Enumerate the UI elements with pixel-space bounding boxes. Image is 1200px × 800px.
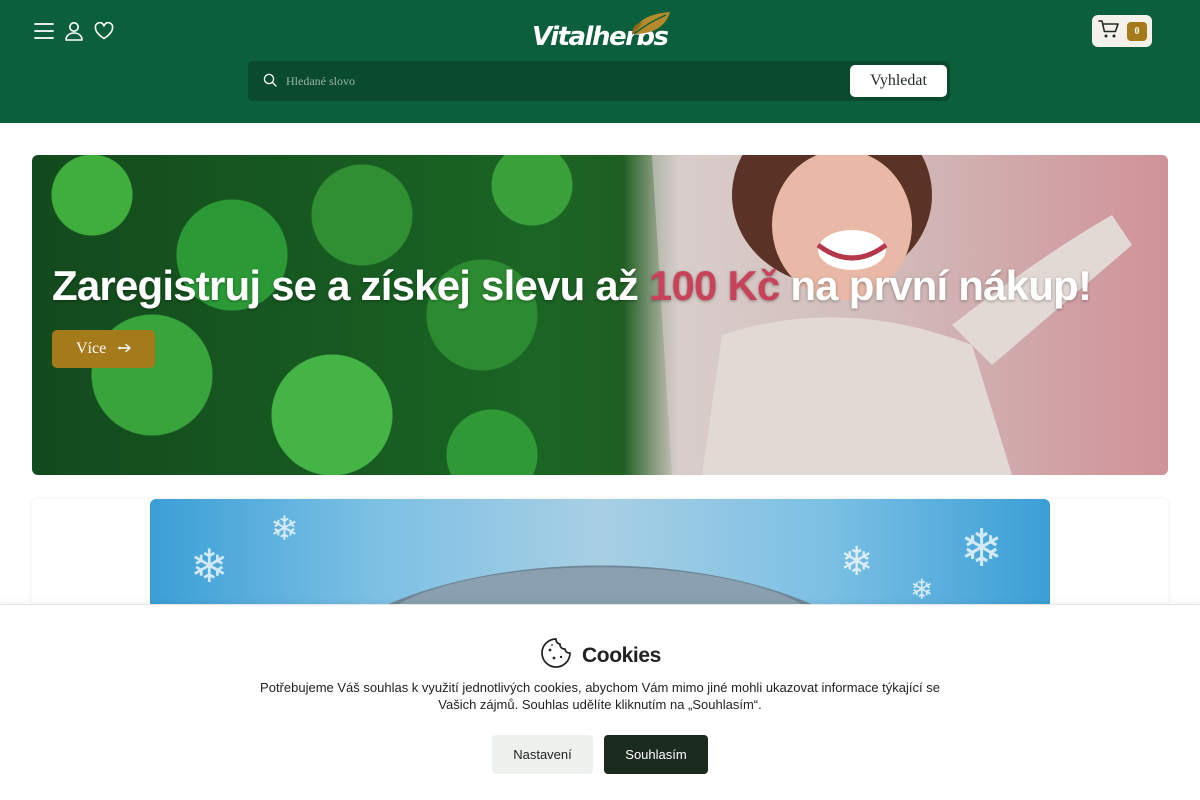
search-button[interactable]: Vyhledat (850, 65, 947, 97)
brand-logo[interactable]: Vitalherbs (532, 10, 674, 54)
heart-icon[interactable] (93, 19, 114, 43)
hero-title-start: Zaregistruj se a získej slevu až (52, 262, 649, 309)
leaf-icon (632, 12, 670, 35)
cart-button[interactable]: 0 (1092, 15, 1152, 47)
cart-icon (1098, 19, 1120, 44)
snowflake-icon: ❄ (270, 509, 299, 549)
search-icon (263, 73, 277, 92)
search-input[interactable] (286, 69, 826, 93)
more-button-label: Více (76, 340, 107, 357)
snowflake-icon: ❄ (840, 539, 874, 585)
cookie-settings-button[interactable]: Nastavení (492, 735, 593, 774)
cookie-heading: Cookies (540, 637, 661, 674)
hero-banner[interactable]: Zaregistruj se a získej slevu až 100 Kč … (32, 155, 1168, 475)
arrow-right-icon (118, 340, 132, 358)
snowflake-icon: ❄ (190, 539, 229, 593)
snowflake-icon: ❄ (910, 573, 934, 606)
hero-title: Zaregistruj se a získej slevu až 100 Kč … (52, 262, 1092, 310)
cookie-title: Cookies (582, 643, 661, 667)
hero-title-end: na první nákup! (779, 262, 1092, 309)
cookie-accept-button[interactable]: Souhlasím (604, 735, 708, 774)
hero-title-highlight: 100 Kč (648, 262, 780, 309)
search-bar: Vyhledat (248, 61, 950, 101)
promo-banner-winter[interactable]: ❄ ❄ ❄ ❄ ❄ (32, 499, 1168, 609)
header-icons (33, 19, 114, 43)
site-header: Vitalherbs 0 Vyhledat (0, 0, 1200, 123)
cart-count-badge: 0 (1127, 21, 1147, 41)
cookie-icon (540, 637, 572, 674)
cookie-consent-bar: Cookies Potřebujeme Váš souhlas k využit… (0, 604, 1200, 800)
hero-photo (652, 155, 1168, 475)
winter-photo: ❄ ❄ ❄ ❄ ❄ (150, 499, 1050, 609)
snowflake-icon: ❄ (960, 519, 1004, 579)
menu-icon[interactable] (33, 19, 54, 43)
cookie-description: Potřebujeme Váš souhlas k využití jednot… (260, 680, 940, 712)
user-icon[interactable] (63, 19, 84, 43)
more-button[interactable]: Více (52, 330, 155, 368)
